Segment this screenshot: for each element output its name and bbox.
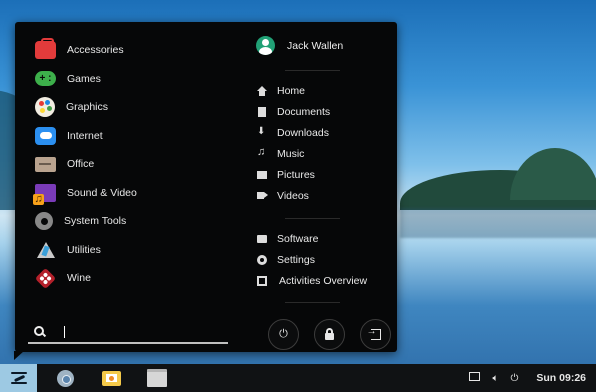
start-menu-button[interactable] — [0, 364, 37, 392]
user-account[interactable]: Jack Wallen — [256, 36, 343, 55]
taskbar: 🔈︎ ⏻ Sun 09:26 — [0, 364, 596, 392]
document-icon — [258, 106, 266, 117]
category-label: Sound & Video — [67, 186, 137, 199]
zorin-logo-icon — [10, 371, 27, 385]
category-label: Accessories — [67, 44, 124, 57]
utilities-icon — [35, 241, 56, 259]
sound-video-icon — [33, 183, 56, 205]
music-icon — [257, 146, 267, 159]
clock[interactable]: Sun 09:26 — [536, 372, 586, 384]
place-videos[interactable]: Videos — [257, 185, 330, 206]
games-icon: + : — [35, 71, 56, 87]
system-software[interactable]: Software — [257, 228, 367, 249]
place-label: Music — [277, 147, 305, 160]
place-pictures[interactable]: Pictures — [257, 164, 330, 185]
divider — [285, 218, 340, 219]
power-button[interactable]: ⏻ — [268, 319, 299, 350]
category-label: System Tools — [64, 215, 127, 228]
system-list: Software Settings Activities Overview — [257, 228, 367, 291]
system-label: Activities Overview — [279, 274, 368, 287]
software-icon — [257, 234, 267, 243]
power-tray-icon: ⏻ — [510, 372, 519, 384]
taskbar-files[interactable] — [144, 366, 170, 390]
place-label: Documents — [277, 105, 331, 118]
divider — [285, 70, 340, 71]
place-documents[interactable]: Documents — [257, 101, 330, 122]
screen-indicator[interactable] — [469, 372, 481, 384]
place-label: Pictures — [277, 168, 315, 181]
category-label: Games — [67, 72, 101, 85]
place-label: Videos — [277, 189, 309, 202]
text-cursor — [64, 326, 65, 338]
activities-icon — [257, 275, 267, 286]
category-list: Accessories + : Games Graphics Internet O… — [33, 36, 245, 293]
divider — [285, 302, 340, 303]
chrome-icon — [56, 369, 74, 387]
system-tray: 🔈︎ ⏻ Sun 09:26 — [469, 364, 596, 392]
power-indicator[interactable]: ⏻ — [510, 373, 518, 384]
screen-icon — [469, 372, 481, 381]
internet-icon — [35, 126, 56, 145]
category-label: Internet — [67, 129, 103, 142]
search-bar[interactable] — [28, 322, 228, 344]
accessories-icon — [35, 38, 56, 60]
place-label: Downloads — [277, 126, 329, 139]
category-accessories[interactable]: Accessories — [35, 36, 245, 65]
wallpaper-island — [400, 148, 596, 210]
places-panel: Jack Wallen Home Documents Downloads Mus… — [253, 22, 393, 352]
category-graphics[interactable]: Graphics — [35, 93, 245, 122]
picture-icon — [257, 170, 267, 179]
settings-icon — [257, 254, 267, 265]
volume-icon: 🔈︎ — [492, 372, 499, 384]
system-tools-icon — [35, 212, 53, 231]
lock-button[interactable] — [314, 319, 345, 350]
category-internet[interactable]: Internet — [35, 122, 245, 151]
application-menu: Accessories + : Games Graphics Internet O… — [14, 22, 397, 360]
mail-icon — [101, 370, 121, 386]
lock-icon — [325, 328, 334, 340]
category-label: Office — [67, 158, 95, 171]
search-icon — [34, 326, 46, 338]
category-utilities[interactable]: Utilities — [35, 236, 245, 265]
category-sound-video[interactable]: Sound & Video — [33, 179, 245, 208]
system-settings[interactable]: Settings — [257, 249, 367, 270]
logout-icon — [367, 326, 381, 340]
category-label: Utilities — [67, 243, 101, 256]
place-music[interactable]: Music — [257, 143, 330, 164]
category-label: Graphics — [66, 101, 109, 114]
files-icon — [147, 369, 167, 387]
avatar-icon — [256, 36, 275, 55]
place-label: Home — [277, 84, 306, 97]
logout-button[interactable] — [360, 319, 391, 350]
download-icon — [257, 126, 267, 138]
power-icon: ⏻ — [279, 328, 288, 340]
video-icon — [257, 192, 268, 199]
category-wine[interactable]: Wine — [34, 264, 245, 293]
user-name: Jack Wallen — [287, 39, 344, 52]
volume-indicator[interactable]: 🔈︎ — [492, 373, 498, 384]
category-label: Wine — [67, 272, 91, 285]
graphics-icon — [35, 97, 55, 118]
category-office[interactable]: Office — [35, 150, 245, 179]
category-games[interactable]: + : Games — [35, 65, 245, 94]
category-system-tools[interactable]: System Tools — [35, 207, 245, 236]
office-icon — [35, 156, 56, 172]
search-input[interactable] — [52, 325, 226, 339]
wallpaper-reflection — [400, 208, 596, 238]
places-list: Home Documents Downloads Music Pictures … — [257, 80, 330, 206]
place-home[interactable]: Home — [257, 80, 330, 101]
home-icon — [257, 85, 267, 96]
wine-icon — [34, 267, 57, 289]
taskbar-chrome[interactable] — [52, 366, 78, 390]
taskbar-mail[interactable] — [98, 366, 124, 390]
system-label: Settings — [277, 253, 315, 266]
place-downloads[interactable]: Downloads — [257, 122, 330, 143]
session-buttons: ⏻ — [268, 319, 391, 350]
system-activities-overview[interactable]: Activities Overview — [257, 270, 367, 291]
system-label: Software — [277, 232, 319, 245]
